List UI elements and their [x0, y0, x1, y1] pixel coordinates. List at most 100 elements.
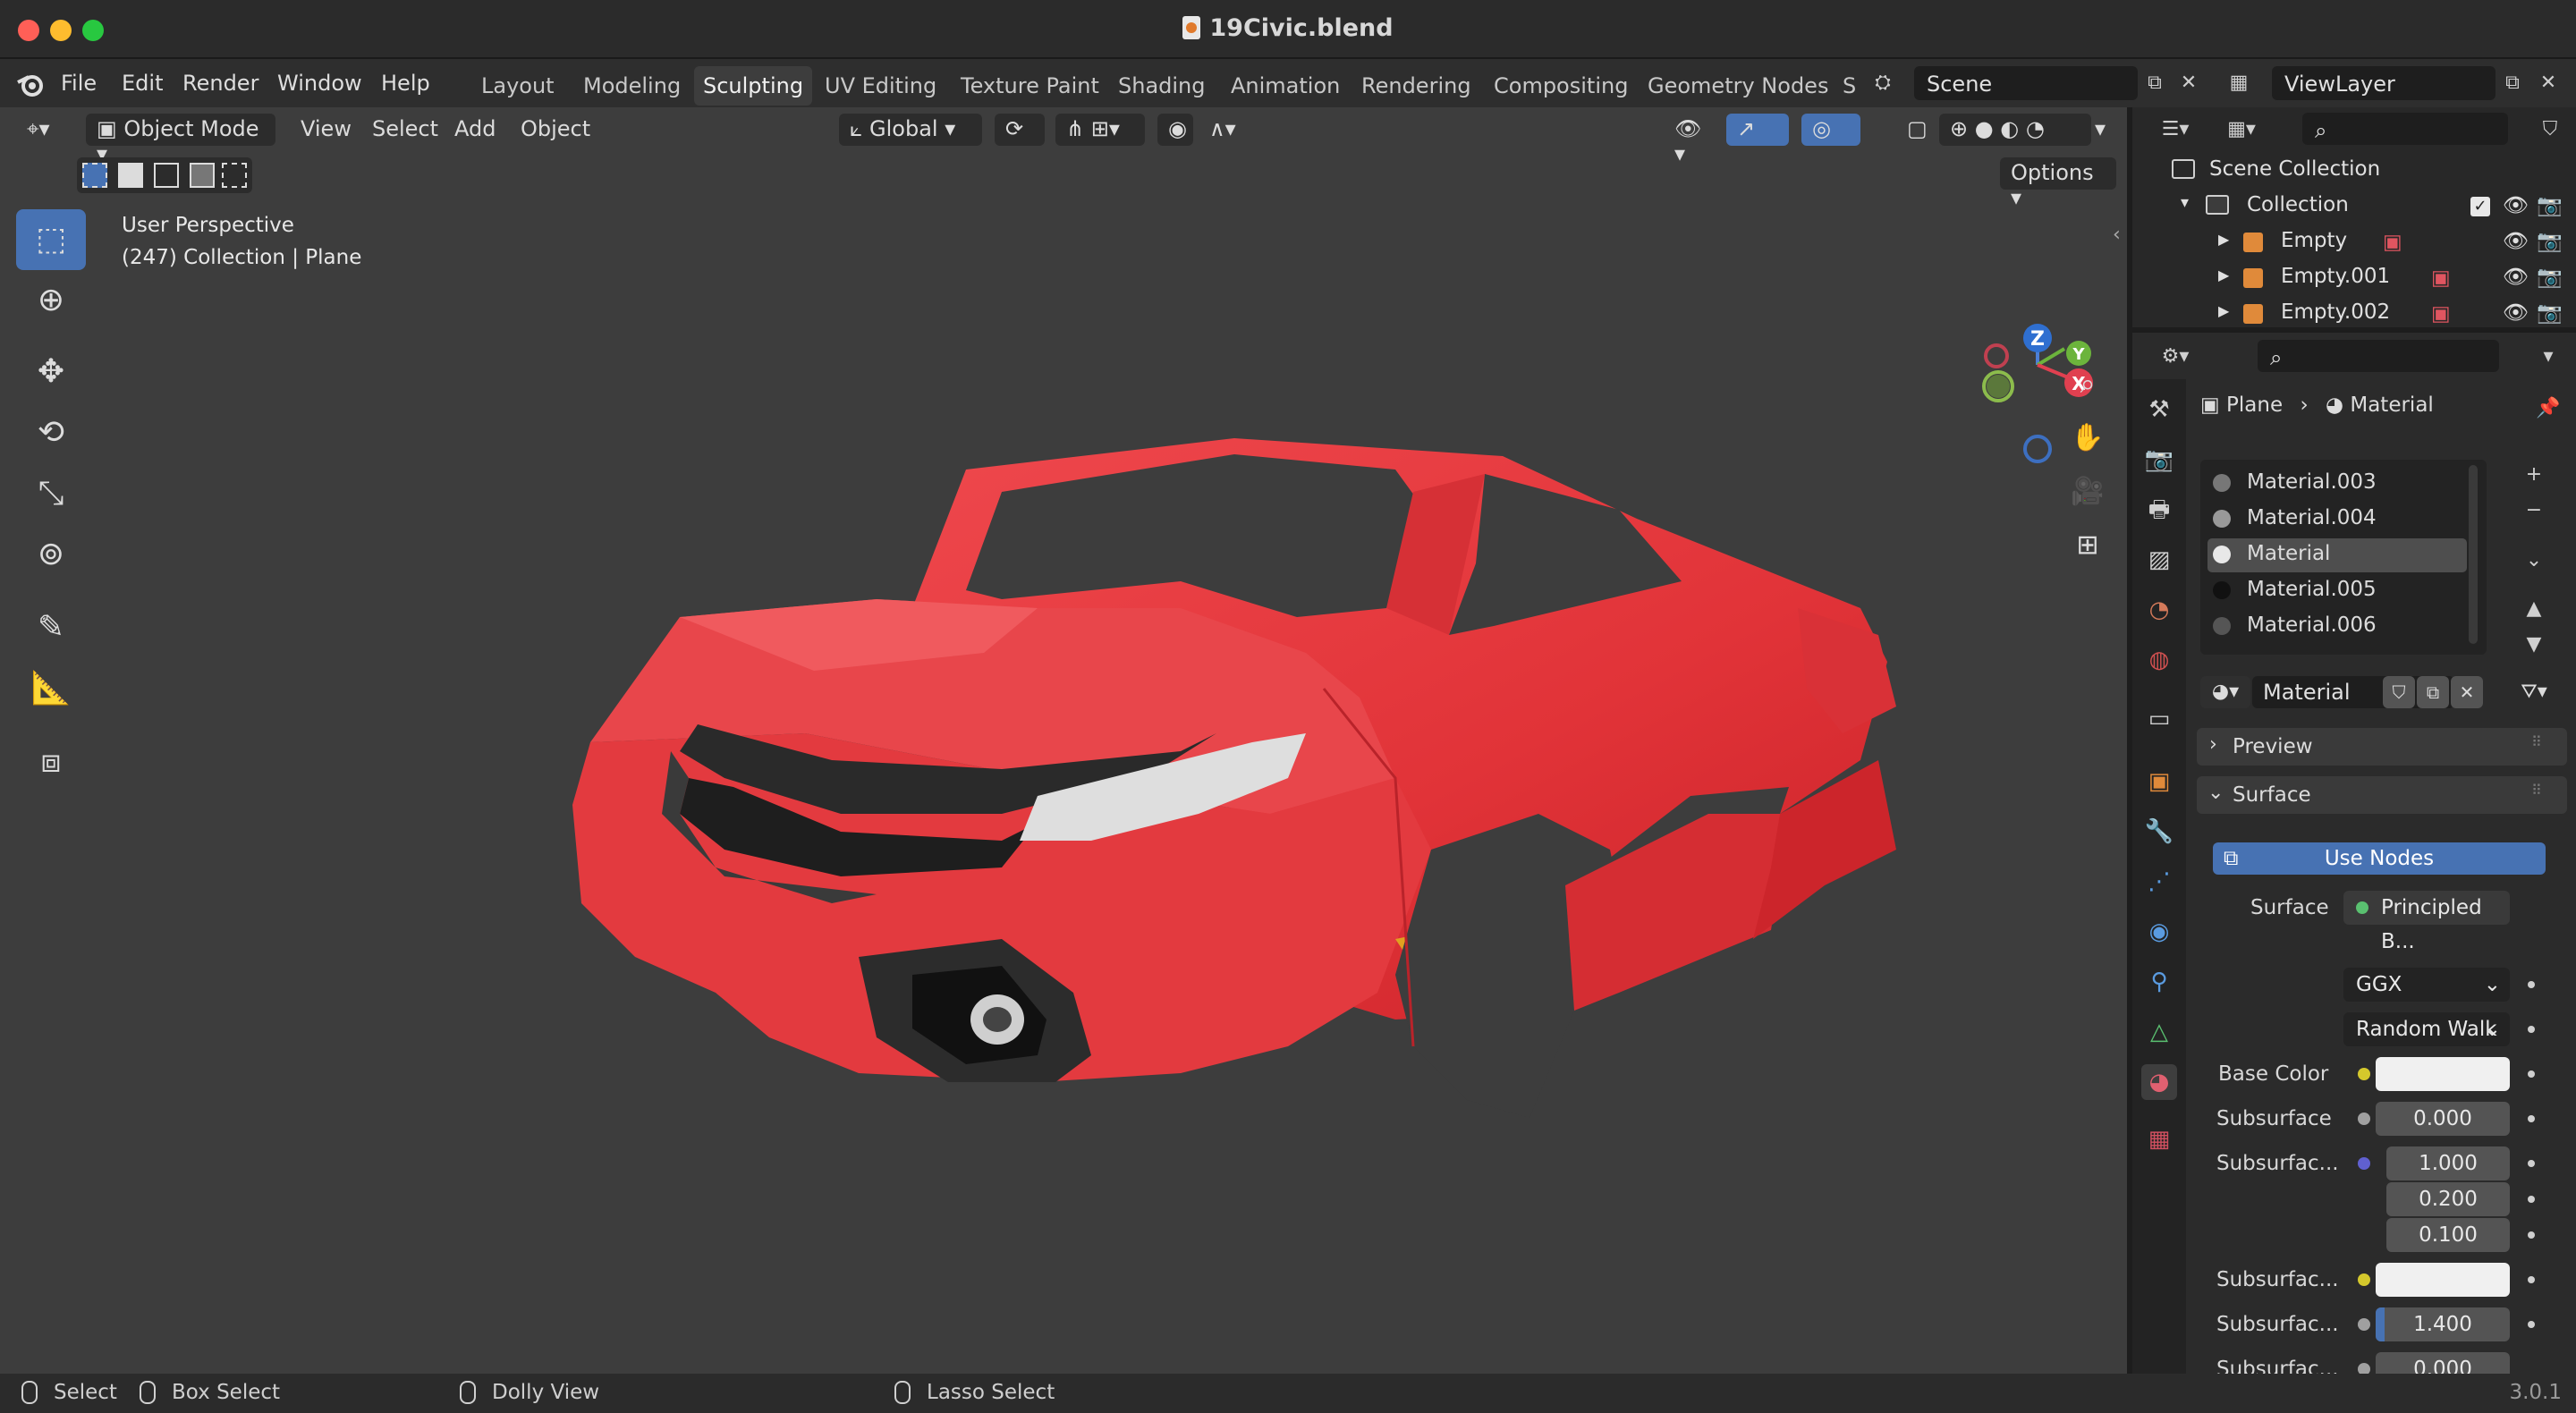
rotate-tool-icon[interactable]: ⟲ — [16, 402, 86, 463]
move-slot-down-icon[interactable]: ▼ — [2517, 628, 2551, 662]
unlink-material-icon[interactable]: ✕ — [2451, 676, 2483, 708]
overlay-toggle-icon[interactable]: ◎ — [1801, 114, 1860, 146]
slot-specials-icon[interactable]: ⌄ — [2517, 544, 2551, 578]
vector-socket-icon[interactable] — [2358, 1157, 2370, 1170]
falloff-icon[interactable]: ∧▾ — [1199, 114, 1249, 146]
select-subtract-icon[interactable] — [154, 163, 179, 188]
visibility-eye-icon[interactable]: 👁 — [2503, 229, 2529, 253]
modifier-tab-icon[interactable]: 🔧 — [2141, 814, 2177, 850]
select-mode-group[interactable] — [77, 157, 252, 193]
shading-options-icon[interactable]: ▾ — [2084, 114, 2120, 146]
transform-tool-icon[interactable]: ⊚ — [16, 524, 86, 585]
select-intersect-icon[interactable] — [222, 163, 247, 188]
object-mode-dropdown[interactable]: ▣ Object Mode ▾ — [86, 114, 275, 166]
keyframe-dot[interactable] — [2528, 1160, 2535, 1167]
remove-scene-icon[interactable]: ✕ — [2172, 66, 2206, 100]
collapse-arrow-icon[interactable]: ▾ — [2181, 193, 2189, 212]
viewport-menu-add[interactable]: Add — [444, 114, 506, 146]
subsurface-radius-y-field[interactable]: 0.200 — [2386, 1182, 2510, 1216]
keyframe-dot[interactable] — [2528, 1276, 2535, 1283]
preview-panel-header[interactable]: › Preview ⠿ — [2197, 728, 2567, 766]
render-camera-icon[interactable]: 📷 — [2537, 265, 2563, 289]
color-socket-icon[interactable] — [2358, 1273, 2370, 1286]
select-box-tool-icon[interactable]: ⬚ — [16, 209, 86, 270]
outliner-filter-icon[interactable]: ⛉ — [2533, 113, 2567, 147]
value-socket-icon[interactable] — [2358, 1318, 2370, 1331]
3d-viewport[interactable]: ⌖▾ ▣ Object Mode ▾ View Select Add Objec… — [0, 107, 2127, 1374]
list-item[interactable]: Material.005 — [2213, 578, 2377, 601]
scene-name-field[interactable]: Scene — [1914, 66, 2138, 100]
new-scene-icon[interactable]: ⧉ — [2138, 66, 2172, 100]
camera-view-icon[interactable]: 🎥 — [2066, 470, 2109, 513]
world-tab-icon[interactable]: ◍ — [2141, 642, 2177, 678]
viewport-menu-object[interactable]: Object — [510, 114, 601, 146]
visibility-icon[interactable]: 👁▾ — [1664, 114, 1717, 166]
annotate-tool-icon[interactable]: ✎ — [16, 597, 86, 658]
tab-compositing[interactable]: Compositing — [1485, 70, 1637, 102]
outliner-item[interactable]: ▶ Empty.001 ▣ 👁 📷 — [2132, 261, 2576, 297]
display-mode-icon[interactable]: ▦▾ — [2216, 113, 2267, 147]
menu-render[interactable]: Render — [175, 67, 266, 99]
output-tab-icon[interactable]: 🖶 — [2141, 492, 2177, 528]
keyframe-dot[interactable] — [2528, 981, 2535, 988]
outliner-search-input[interactable]: ⌕ — [2302, 113, 2508, 145]
menu-help[interactable]: Help — [374, 67, 437, 99]
scale-tool-icon[interactable]: ⤡ — [16, 463, 86, 524]
render-camera-icon[interactable]: 📷 — [2537, 300, 2563, 325]
constraints-tab-icon[interactable]: ⚲ — [2141, 964, 2177, 1000]
exclude-checkbox[interactable]: ✓ — [2470, 197, 2490, 216]
visibility-eye-icon[interactable]: 👁 — [2503, 193, 2529, 217]
outliner-editor-type-icon[interactable]: ☰▾ — [2150, 113, 2200, 147]
tool-tab-icon[interactable]: ⚒ — [2141, 392, 2177, 427]
add-cube-tool-icon[interactable]: ⧈ — [16, 732, 86, 792]
pan-view-icon[interactable]: ✋ — [2066, 417, 2109, 460]
tab-sculpting[interactable]: Sculpting — [694, 66, 813, 106]
select-extend-icon[interactable] — [118, 163, 143, 188]
drag-handle-icon[interactable]: ⠿ — [2531, 733, 2542, 750]
outliner-collection[interactable]: ▾ Collection ✓ 👁 📷 — [2132, 190, 2576, 225]
distribution-dropdown[interactable]: GGX ⌄ — [2343, 968, 2510, 1002]
list-item[interactable]: Material.003 — [2213, 470, 2377, 494]
options-dropdown[interactable]: Options ▾ — [2000, 157, 2116, 210]
remove-slot-icon[interactable]: − — [2517, 494, 2551, 528]
view-layer-tab-icon[interactable]: ▨ — [2141, 542, 2177, 578]
tab-uv-editing[interactable]: UV Editing — [816, 70, 945, 102]
move-tool-icon[interactable]: ✥ — [16, 342, 86, 402]
particles-tab-icon[interactable]: ⋰ — [2141, 864, 2177, 900]
subsurface-aniso-field[interactable]: 0.000 — [2376, 1352, 2510, 1374]
visibility-eye-icon[interactable]: 👁 — [2503, 300, 2529, 325]
link-type-icon[interactable]: ⛛▾ — [2504, 676, 2563, 708]
render-tab-icon[interactable]: 📷 — [2141, 442, 2177, 478]
viewport-menu-select[interactable]: Select — [361, 114, 449, 146]
tab-rendering[interactable]: Rendering — [1352, 70, 1480, 102]
material-browse-icon[interactable]: ◕▾ — [2200, 676, 2250, 708]
remove-view-layer-icon[interactable]: ✕ — [2531, 66, 2565, 100]
material-tab-icon[interactable]: ◕ — [2141, 1064, 2177, 1100]
toggle-perspective-icon[interactable]: ⊞ — [2066, 524, 2109, 567]
list-item[interactable]: Material — [2213, 542, 2330, 565]
visibility-eye-icon[interactable]: 👁 — [2503, 265, 2529, 289]
material-slot-list[interactable]: Material.003 Material.004 Material Mater… — [2200, 460, 2487, 655]
expand-arrow-icon[interactable]: ▶ — [2218, 302, 2229, 319]
menu-edit[interactable]: Edit — [114, 67, 170, 99]
menu-file[interactable]: File — [54, 67, 104, 99]
keyframe-dot[interactable] — [2528, 1026, 2535, 1033]
outliner-scene-collection[interactable]: Scene Collection — [2132, 154, 2576, 190]
expand-arrow-icon[interactable]: ▶ — [2218, 267, 2229, 283]
render-camera-icon[interactable]: 📷 — [2537, 229, 2563, 253]
list-item[interactable]: Material.006 — [2213, 613, 2377, 637]
outliner-item[interactable]: ▶ Empty.002 ▣ 👁 📷 — [2132, 297, 2576, 327]
subsurface-color-swatch[interactable] — [2376, 1263, 2510, 1297]
object-tab-icon[interactable]: ▣ — [2141, 764, 2177, 800]
keyframe-dot[interactable] — [2528, 1231, 2535, 1239]
physics-tab-icon[interactable]: ◉ — [2141, 914, 2177, 950]
fake-user-icon[interactable]: ⛉ — [2383, 676, 2415, 708]
base-color-swatch[interactable] — [2376, 1057, 2510, 1091]
value-socket-icon[interactable] — [2358, 1363, 2370, 1374]
texture-tab-icon[interactable]: ▦ — [2141, 1121, 2177, 1157]
keyframe-dot[interactable] — [2528, 1115, 2535, 1122]
measure-tool-icon[interactable]: 📐 — [16, 658, 86, 719]
surface-panel-header[interactable]: ⌄ Surface ⠿ — [2197, 776, 2567, 814]
properties-editor-type-icon[interactable]: ⚙▾ — [2150, 340, 2200, 374]
subsurface-method-dropdown[interactable]: Random Walk ⌄ — [2343, 1012, 2510, 1046]
